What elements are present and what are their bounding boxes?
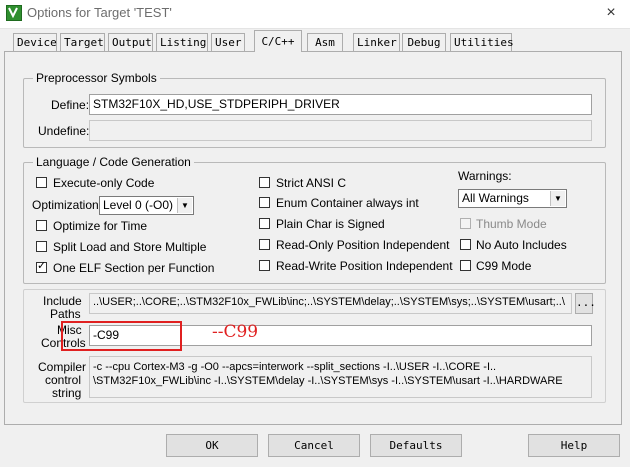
tab-device[interactable]: Device	[13, 33, 57, 51]
optimization-label: Optimization:	[32, 198, 103, 212]
warnings-select[interactable]: All Warnings ▼	[458, 189, 567, 208]
optimize-time-label: Optimize for Time	[53, 219, 148, 233]
split-load-label: Split Load and Store Multiple	[53, 240, 207, 254]
thumb-mode-label: Thumb Mode	[476, 217, 547, 231]
warnings-value: All Warnings	[462, 191, 529, 205]
help-button[interactable]: Help	[528, 434, 620, 457]
compiler-string-label-1: Compiler	[38, 360, 87, 374]
title-bar: Options for Target 'TEST' ×	[0, 0, 630, 29]
ro-pi-checkbox[interactable]	[259, 239, 270, 250]
include-paths-label-1: Include	[43, 294, 82, 308]
execute-only-checkbox[interactable]	[36, 177, 47, 188]
plain-char-label: Plain Char is Signed	[276, 217, 385, 231]
chevron-down-icon: ▼	[177, 198, 192, 213]
strict-ansi-label: Strict ANSI C	[276, 176, 347, 190]
close-icon[interactable]: ×	[596, 1, 626, 25]
execute-only-label: Execute-only Code	[53, 176, 155, 190]
one-elf-checkbox[interactable]: ✓	[36, 260, 47, 273]
warnings-label: Warnings:	[458, 169, 512, 183]
preprocessor-legend: Preprocessor Symbols	[33, 71, 160, 85]
compiler-string-label-2: control	[45, 373, 82, 387]
enum-container-checkbox[interactable]	[259, 197, 270, 208]
include-paths-field[interactable]: ..\USER;..\CORE;..\STM32F10x_FWLib\inc;.…	[89, 293, 572, 314]
ro-pi-label: Read-Only Position Independent	[276, 238, 450, 252]
tab-output[interactable]: Output	[108, 33, 153, 51]
misc-controls-label-2: Controls	[41, 336, 86, 350]
strict-ansi-checkbox[interactable]	[259, 177, 270, 188]
include-paths-browse-button[interactable]: ...	[575, 293, 596, 314]
compiler-string-label-3: string	[52, 386, 82, 400]
no-auto-includes-label: No Auto Includes	[476, 238, 567, 252]
tab-debug[interactable]: Debug	[402, 33, 446, 51]
optimize-time-checkbox[interactable]	[36, 220, 47, 231]
tab-user[interactable]: User	[211, 33, 245, 51]
options-dialog: Options for Target 'TEST' × Device Targe…	[0, 0, 630, 467]
optimization-select[interactable]: Level 0 (-O0) ▼	[99, 196, 194, 215]
rw-pi-label: Read-Write Position Independent	[276, 259, 453, 273]
tab-cc[interactable]: C/C++	[254, 30, 302, 52]
enum-container-label: Enum Container always int	[276, 196, 419, 210]
include-paths-label-2: Paths	[50, 307, 81, 321]
thumb-mode-checkbox[interactable]	[460, 218, 471, 229]
checkmark-icon: ✓	[37, 260, 47, 272]
tab-linker[interactable]: Linker	[353, 33, 400, 51]
cancel-button[interactable]: Cancel	[268, 434, 360, 457]
red-annotation: --C99	[212, 322, 259, 342]
no-auto-includes-checkbox[interactable]	[460, 239, 471, 250]
compiler-string-field[interactable]: -c --cpu Cortex-M3 -g -O0 --apcs=interwo…	[89, 356, 592, 398]
split-load-checkbox[interactable]	[36, 241, 47, 252]
keil-uvision-icon	[6, 5, 22, 21]
tab-target[interactable]: Target	[60, 33, 105, 51]
c99-mode-label: C99 Mode	[476, 259, 532, 273]
optimization-value: Level 0 (-O0)	[103, 198, 174, 212]
tab-utilities[interactable]: Utilities	[450, 33, 514, 51]
one-elf-label: One ELF Section per Function	[53, 261, 215, 275]
misc-controls-field[interactable]: -C99	[89, 325, 592, 346]
undefine-label: Undefine:	[38, 124, 90, 138]
define-label: Define:	[51, 98, 90, 112]
window-title: Options for Target 'TEST'	[27, 5, 172, 20]
tab-asm[interactable]: Asm	[307, 33, 343, 51]
tab-listing[interactable]: Listing	[156, 33, 208, 51]
misc-controls-label-1: Misc	[57, 323, 82, 337]
compiler-string-line-1: -c --cpu Cortex-M3 -g -O0 --apcs=interwo…	[93, 361, 497, 373]
define-field[interactable]: STM32F10X_HD,USE_STDPERIPH_DRIVER	[89, 94, 592, 115]
c99-mode-checkbox[interactable]	[460, 260, 471, 271]
undefine-field[interactable]	[89, 120, 592, 141]
language-legend: Language / Code Generation	[33, 155, 194, 169]
rw-pi-checkbox[interactable]	[259, 260, 270, 271]
chevron-down-icon: ▼	[550, 191, 565, 206]
defaults-button[interactable]: Defaults	[370, 434, 462, 457]
plain-char-checkbox[interactable]	[259, 218, 270, 229]
ok-button[interactable]: OK	[166, 434, 258, 457]
compiler-string-line-2: \STM32F10x_FWLib\inc -I..\SYSTEM\delay -…	[93, 375, 563, 387]
